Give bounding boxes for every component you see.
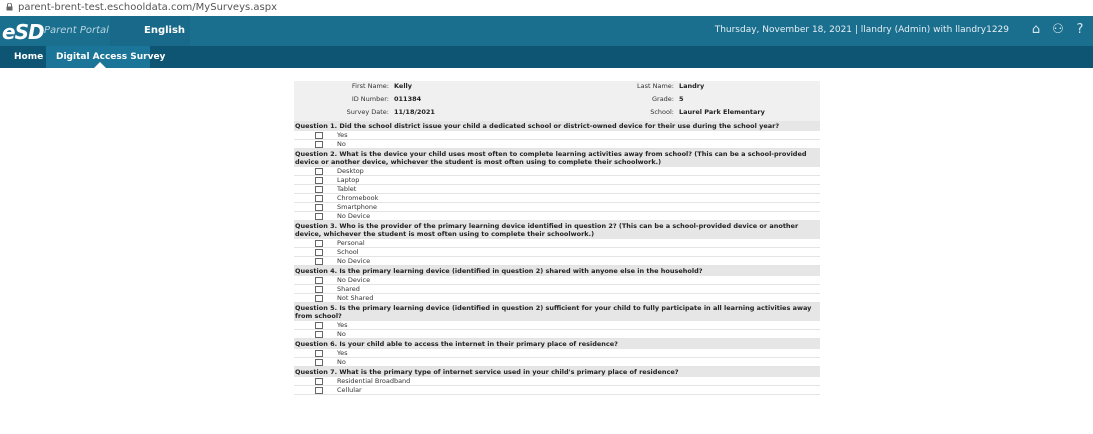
option-checkbox[interactable] [315,195,323,202]
last-name-label: Last Name: [637,82,674,90]
question-7-text: Question 7. What is the primary type of … [294,367,820,377]
id-label: ID Number: [351,95,389,103]
option-checkbox[interactable] [315,277,323,284]
school-value: Laurel Park Elementary [679,108,765,116]
option-label: Shared [337,285,360,293]
user-icon[interactable]: ⚇ [1051,22,1065,38]
option-checkbox[interactable] [315,295,323,302]
option-checkbox[interactable] [315,141,323,148]
option-row: Yes [294,321,820,330]
grade-label: Grade: [651,95,674,103]
question-5-text: Question 5. Is the primary learning devi… [294,303,820,321]
option-row: No Device [294,257,820,266]
option-label: No [337,330,346,338]
option-row: Personal [294,239,820,248]
option-row: Tablet [294,185,820,194]
option-checkbox[interactable] [315,240,323,247]
tab-digital-access-survey[interactable]: Digital Access Survey [56,52,165,62]
language-selector[interactable]: English [144,25,185,36]
option-checkbox[interactable] [315,249,323,256]
option-row: Smartphone [294,203,820,212]
option-row: No [294,140,820,149]
option-label: Residential Broadband [337,377,411,385]
option-checkbox[interactable] [315,286,323,293]
option-label: Smartphone [337,203,378,211]
option-row: Shared [294,285,820,294]
survey-date-label: Survey Date: [346,108,389,116]
lock-icon [6,3,13,11]
grade-value: 5 [679,95,684,103]
option-label: Laptop [337,176,360,184]
option-checkbox[interactable] [315,258,323,265]
option-label: No Device [337,276,371,284]
option-checkbox[interactable] [315,168,323,175]
question-3-text: Question 3. Who is the provider of the p… [294,221,820,239]
option-label: Desktop [337,167,364,175]
option-checkbox[interactable] [315,204,323,211]
option-checkbox[interactable] [315,322,323,329]
option-label: Personal [337,239,365,247]
option-row: Residential Broadband [294,377,820,386]
option-checkbox[interactable] [315,186,323,193]
option-label: Cellular [337,386,362,394]
url-text: parent-brent-test.eschooldata.com/MySurv… [18,2,277,13]
option-label: No [337,140,346,148]
option-row: Cellular [294,386,820,395]
option-checkbox[interactable] [315,387,323,394]
option-checkbox[interactable] [315,177,323,184]
option-label: Tablet [337,185,357,193]
option-row: Not Shared [294,294,820,303]
option-checkbox[interactable] [315,350,323,357]
option-row: No Device [294,276,820,285]
last-name-value: Landry [679,82,705,90]
student-info: First Name: Kelly Last Name: Landry ID N… [294,81,820,121]
survey-form: First Name: Kelly Last Name: Landry ID N… [294,81,820,395]
session-status: Thursday, November 18, 2021 | llandry (A… [714,25,1009,35]
help-icon[interactable]: ? [1073,22,1087,38]
question-list: Question 1. Did the school district issu… [294,121,820,395]
nav-bar: Home Digital Access Survey [0,46,1093,68]
option-label: Not Shared [337,294,374,302]
option-row: Yes [294,131,820,140]
address-bar[interactable]: parent-brent-test.eschooldata.com/MySurv… [0,0,1093,16]
option-label: No [337,358,346,366]
home-icon[interactable]: ⌂ [1029,22,1043,38]
option-row: No [294,330,820,339]
question-2-text: Question 2. What is the device your chil… [294,149,820,167]
option-row: Desktop [294,167,820,176]
option-row: Chromebook [294,194,820,203]
school-label: School: [650,108,674,116]
top-header: eSD Parent Portal English Thursday, Nove… [0,16,1093,46]
option-label: Yes [337,321,348,329]
option-row: Yes [294,349,820,358]
option-label: Yes [337,131,348,139]
option-row: Laptop [294,176,820,185]
question-4-text: Question 4. Is the primary learning devi… [294,266,820,276]
option-label: Chromebook [337,194,379,202]
portal-title: Parent Portal [44,25,109,36]
option-label: No Device [337,212,371,220]
option-row: School [294,248,820,257]
option-row: No [294,358,820,367]
id-value: 011384 [394,95,422,103]
option-checkbox[interactable] [315,213,323,220]
question-1-text: Question 1. Did the school district issu… [294,121,820,131]
active-tab-caret [94,62,106,68]
option-row: No Device [294,212,820,221]
option-label: No Device [337,257,371,265]
option-label: School [337,248,359,256]
esd-logo: eSD [2,20,45,44]
option-checkbox[interactable] [315,331,323,338]
option-checkbox[interactable] [315,132,323,139]
question-6-text: Question 6. Is your child able to access… [294,339,820,349]
tab-home[interactable]: Home [14,52,43,62]
option-label: Yes [337,349,348,357]
first-name-label: First Name: [351,82,389,90]
option-checkbox[interactable] [315,359,323,366]
option-checkbox[interactable] [315,378,323,385]
first-name-value: Kelly [394,82,413,90]
survey-date-value: 11/18/2021 [394,108,435,116]
